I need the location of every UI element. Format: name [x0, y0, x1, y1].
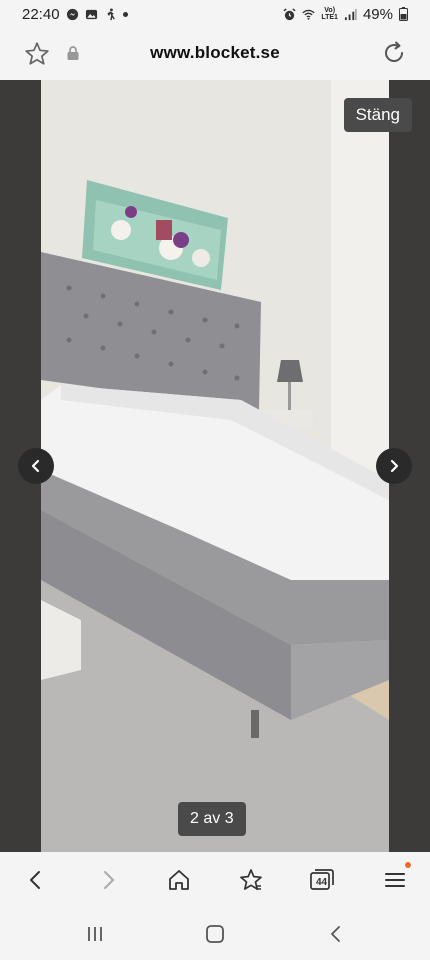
- bookmarks-icon: [240, 869, 262, 890]
- listing-photo: [41, 80, 389, 852]
- tabs-count: 44: [316, 877, 328, 888]
- clock: 22:40: [22, 5, 60, 23]
- browser-toolbar: 44: [0, 852, 430, 908]
- battery-icon: [399, 7, 408, 21]
- home-icon: [169, 870, 189, 890]
- walking-icon: [106, 7, 115, 20]
- messenger-icon: [66, 8, 78, 20]
- gallery-icon: [85, 9, 97, 19]
- chevron-left-icon: [31, 459, 40, 473]
- bookmarks-button[interactable]: [237, 866, 265, 894]
- network-label: Vo) LTE1: [321, 7, 338, 21]
- tabs-button[interactable]: 44: [308, 866, 336, 894]
- system-back-button[interactable]: [324, 922, 348, 946]
- wifi-icon: [302, 9, 315, 20]
- home-button[interactable]: [165, 866, 193, 894]
- menu-notification-dot: [405, 862, 411, 868]
- reload-icon[interactable]: [382, 41, 406, 65]
- alarm-icon: [283, 7, 296, 20]
- address-text[interactable]: www.blocket.se: [0, 43, 430, 63]
- home-system-button[interactable]: [203, 922, 227, 946]
- previous-image-button[interactable]: [18, 448, 54, 484]
- system-navigation-bar: [0, 908, 430, 960]
- home-square-icon: [206, 925, 224, 943]
- forward-icon: [104, 871, 114, 889]
- forward-button[interactable]: [94, 866, 122, 894]
- url-bar: www.blocket.se: [0, 28, 430, 80]
- recent-apps-button[interactable]: [83, 922, 107, 946]
- image-counter: 2 av 3: [178, 802, 246, 836]
- status-bar: 22:40 Vo) LTE1 49%: [0, 0, 430, 28]
- notification-dot: [122, 11, 128, 17]
- bed-photo: [41, 80, 389, 852]
- signal-icon: [344, 8, 357, 20]
- menu-icon: [385, 873, 405, 887]
- battery-percent: 49%: [362, 5, 393, 23]
- system-back-icon: [331, 926, 340, 942]
- close-button[interactable]: Stäng: [343, 98, 412, 132]
- back-icon: [30, 871, 40, 889]
- chevron-right-icon: [390, 459, 399, 473]
- menu-button[interactable]: [381, 862, 411, 894]
- back-button[interactable]: [22, 866, 50, 894]
- next-image-button[interactable]: [376, 448, 412, 484]
- image-viewer: Stäng 2 av 3: [0, 80, 430, 852]
- recent-apps-icon: [88, 927, 102, 941]
